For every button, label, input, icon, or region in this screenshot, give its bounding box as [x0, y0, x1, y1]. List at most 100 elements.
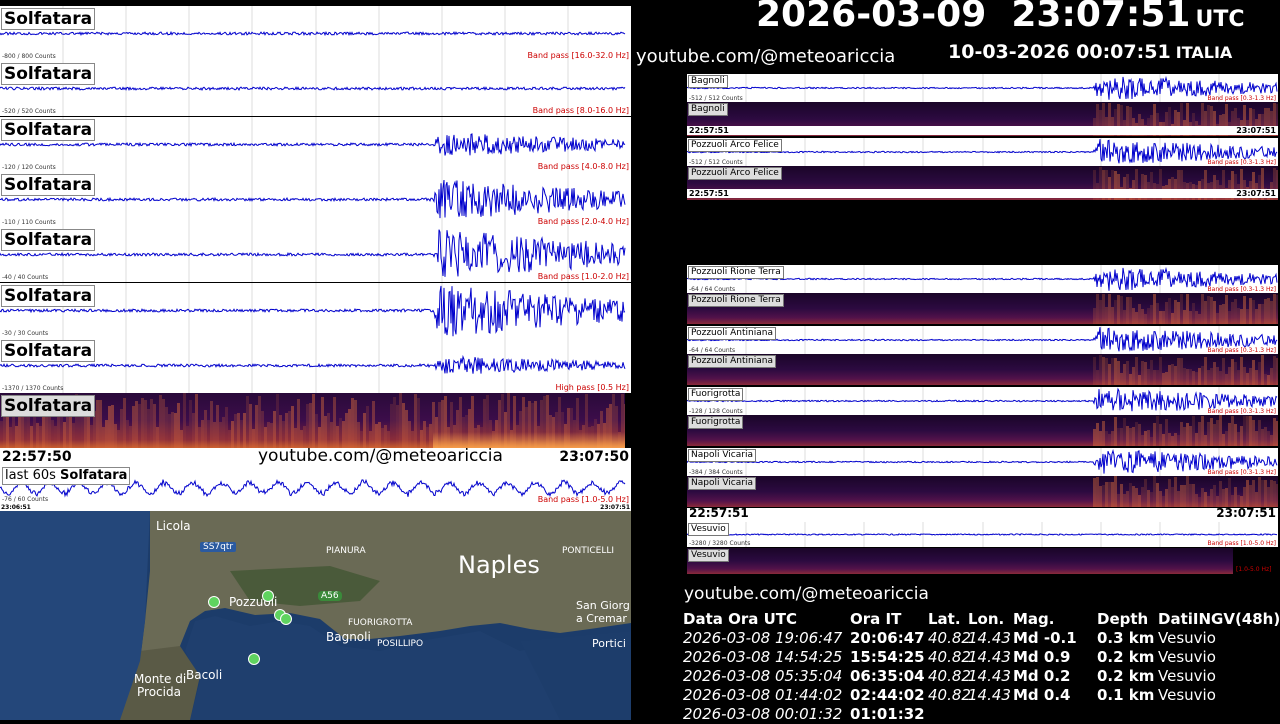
- table-cell: 02:44:02: [850, 686, 925, 704]
- map-label-monte-di: Monte di: [134, 672, 187, 686]
- counts-label: -128 / 128 Counts: [689, 408, 743, 415]
- counts-label: -1370 / 1370 Counts: [2, 384, 64, 392]
- table-cell: 0.2 km: [1097, 648, 1155, 666]
- filter-label: Band pass [0.3-1.3 Hz]: [1207, 347, 1276, 354]
- spectrogram-title: Fuorigrotta: [688, 416, 744, 429]
- epicenter-marker[interactable]: [248, 653, 260, 665]
- station-spectrogram: Fuorigrotta: [687, 415, 1278, 446]
- table-cell: 0.1 km: [1097, 686, 1155, 704]
- station-title: Solfatara: [1, 118, 96, 141]
- table-cell: 2026-03-08 19:06:47: [683, 629, 843, 647]
- map-label-naples: Naples: [458, 551, 540, 579]
- table-cell: Md 0.9: [1013, 648, 1071, 666]
- table-header-cell: Data Ora UTC: [683, 610, 798, 628]
- vesuvio-trace-panel: Vesuvio -3280 / 3280 Counts Band pass [1…: [687, 522, 1278, 547]
- station-trace-panel: Napoli Vicaria -384 / 384 Counts Band pass…: [687, 448, 1278, 476]
- station-spectrogram: Napoli Vicaria: [687, 476, 1278, 507]
- group1-time-bar: [687, 126, 1278, 135]
- waveform: [687, 387, 1278, 412]
- station-trace-panel: Pozzuoli Arco Felice -512 / 512 Counts Ban…: [687, 138, 1278, 166]
- station-title: Fuorigrotta: [688, 388, 744, 401]
- solfatara-panel: Solfatara -40 / 40 Counts Band pass [1.0-2…: [0, 227, 631, 283]
- filter-label: Band pass [0.3-1.3 Hz]: [1207, 95, 1276, 102]
- spectrogram-title: Bagnoli: [688, 103, 728, 116]
- solfatara-panel: Solfatara: [0, 393, 625, 449]
- counts-label: -520 / 520 Counts: [2, 108, 56, 116]
- table-cell: 01:01:32: [850, 705, 925, 723]
- counts-label: -40 / 40 Counts: [2, 274, 49, 282]
- table-cell: 2026-03-08 00:01:32: [683, 705, 843, 723]
- left-end-time: 23:07:50: [559, 449, 629, 465]
- station-trace-panel: Fuorigrotta -128 / 128 Counts Band pass [0…: [687, 387, 1278, 415]
- time-start: 22:57:51: [689, 189, 729, 198]
- station-title: Solfatara: [1, 229, 96, 252]
- station-trace-panel: Bagnoli -512 / 512 Counts Band pass [0.3-1…: [687, 74, 1278, 102]
- filter-label: Band pass [0.3-1.3 Hz]: [1207, 286, 1276, 293]
- station-title: Solfatara: [1, 395, 96, 418]
- spectrogram-title: Pozzuoli Arco Felice: [688, 167, 782, 180]
- time-start: 22:57:51: [689, 126, 729, 135]
- table-cell: 14.43: [968, 648, 1011, 666]
- epicenter-marker[interactable]: [262, 590, 274, 602]
- station-title: Napoli Vicaria: [688, 449, 756, 462]
- solfatara-panel: Solfatara -520 / 520 Counts Band pass [8.0…: [0, 61, 631, 117]
- station-spectrogram: Pozzuoli Rione Terra: [687, 293, 1278, 324]
- map-label-a56: A56: [318, 591, 342, 601]
- table-cell: Md 0.4: [1013, 686, 1071, 704]
- table-header-cell: Lon.: [968, 610, 1005, 628]
- left-time-bar: 22:57:50 youtube.com/@meteoariccia 23:07…: [0, 446, 631, 466]
- filter-label: Band pass [0.3-1.3 Hz]: [1207, 159, 1276, 166]
- waveform-plot: [687, 387, 1278, 415]
- vesuvio-spec-filter: [1.0-5.0 Hz]: [1236, 566, 1272, 573]
- table-cell: 2026-03-08 14:54:25: [683, 648, 843, 666]
- table-cell: Md 0.2: [1013, 667, 1071, 685]
- last60-start: 23:06:51: [1, 504, 31, 511]
- local-datetime-value: 10-03-2026 00:07:51: [948, 41, 1171, 63]
- area-map[interactable]: Licola SS7qtr PIANURA PONTICELLI Naples …: [0, 511, 631, 720]
- waveform: [0, 86, 626, 92]
- filter-label: Band pass [1.0-2.0 Hz]: [537, 272, 629, 282]
- station-trace-panel: Pozzuoli Antiniana -64 / 64 Counts Band pa…: [687, 326, 1278, 354]
- solfatara-panel: Solfatara -30 / 30 Counts: [0, 282, 631, 338]
- utc-label: UTC: [1195, 7, 1245, 32]
- counts-label: -110 / 110 Counts: [2, 218, 56, 226]
- counts-label: -120 / 120 Counts: [2, 163, 56, 171]
- group1-time-bar: [687, 189, 1278, 198]
- left-start-time: 22:57:50: [2, 449, 72, 465]
- table-cell: Md -0.1: [1013, 629, 1077, 647]
- spectrogram-bin: [1276, 357, 1278, 385]
- station-title: Solfatara: [1, 339, 96, 362]
- filter-label: High pass [0.5 Hz]: [555, 382, 629, 392]
- epicenter-marker[interactable]: [280, 613, 292, 625]
- local-label: ITALIA: [1175, 43, 1233, 62]
- waveform-plot: [687, 74, 1278, 102]
- table-header-cell: Mag.: [1013, 610, 1055, 628]
- table-cell: 14.43: [968, 686, 1011, 704]
- last60-label: last 60s Solfatara: [2, 467, 131, 485]
- spectrogram-title: Napoli Vicaria: [688, 477, 756, 490]
- time-end: 23:07:51: [1236, 189, 1276, 198]
- vesuvio-spec-title: Vesuvio: [688, 549, 729, 562]
- vesuvio-trace: [687, 522, 1277, 547]
- table-cell: 0.3 km: [1097, 629, 1155, 647]
- counts-label: -30 / 30 Counts: [2, 329, 49, 337]
- waveform: [0, 30, 626, 37]
- table-header-cell: DatiINGV(48h): [1158, 610, 1280, 628]
- table-cell: 06:35:04: [850, 667, 925, 685]
- epicenter-marker[interactable]: [208, 596, 220, 608]
- map-label-procida: Procida: [137, 685, 181, 699]
- station-title: Pozzuoli Antiniana: [688, 327, 776, 340]
- station-title: Solfatara: [1, 284, 96, 307]
- time-end: 23:07:51: [1236, 126, 1276, 135]
- counts-label: -800 / 800 Counts: [2, 53, 56, 60]
- last60-text: last 60s: [5, 468, 56, 483]
- station-title: Bagnoli: [688, 75, 728, 88]
- table-cell: 0.2 km: [1097, 667, 1155, 685]
- group2-end-time: 23:07:51: [1216, 506, 1276, 520]
- last60-end: 23:07:51: [600, 504, 630, 511]
- map-label-ss7qtr: SS7qtr: [200, 542, 237, 552]
- solfatara-panel: Solfatara -800 / 800 Counts Band pass [16.…: [0, 6, 631, 61]
- vesuvio-counts: -3280 / 3280 Counts: [689, 540, 751, 547]
- table-cell: Vesuvio: [1158, 648, 1216, 666]
- filter-label: Band pass [4.0-8.0 Hz]: [537, 161, 629, 171]
